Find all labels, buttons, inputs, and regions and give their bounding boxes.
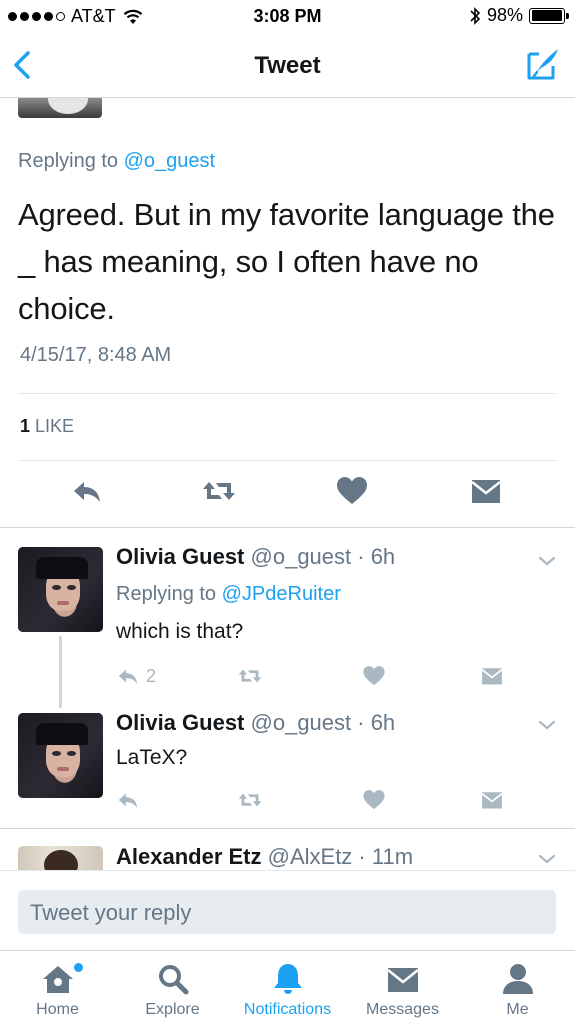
- reply-header: Olivia Guest @o_guest · 6h: [116, 710, 395, 736]
- author-name[interactable]: Alexander Etz: [116, 844, 262, 869]
- new-content-dot: [74, 963, 83, 972]
- tab-label: Explore: [145, 1001, 200, 1018]
- replying-handle-link[interactable]: @o_guest: [124, 150, 215, 172]
- reply-input[interactable]: Tweet your reply: [18, 890, 556, 934]
- tab-messages[interactable]: Messages: [345, 961, 460, 1019]
- tab-bar: Home Explore Notifications Messages Me: [0, 950, 575, 1024]
- home-icon: [42, 966, 73, 993]
- bell-icon: [273, 964, 302, 994]
- retweet-icon[interactable]: [238, 788, 262, 812]
- tab-label: Messages: [366, 1001, 439, 1018]
- reply-icon[interactable]: [70, 474, 104, 508]
- direct-message-icon[interactable]: [480, 664, 504, 688]
- tab-me[interactable]: Me: [460, 961, 575, 1019]
- retweet-icon[interactable]: [202, 474, 236, 508]
- section-divider: [0, 828, 575, 829]
- avatar[interactable]: [18, 846, 103, 870]
- tweet-text: Agreed. But in my favorite language the …: [18, 197, 555, 326]
- author-name[interactable]: Olivia Guest: [116, 544, 244, 569]
- replying-prefix: Replying to: [116, 583, 217, 605]
- envelope-icon: [386, 968, 419, 992]
- reply-action-bar: [116, 788, 516, 814]
- page-title: Tweet: [254, 52, 321, 79]
- avatar[interactable]: [18, 713, 103, 798]
- tab-label: Home: [36, 1001, 79, 1018]
- compose-tweet-icon[interactable]: [525, 46, 561, 82]
- like-heart-icon[interactable]: [362, 664, 386, 688]
- tab-notifications[interactable]: Notifications: [230, 961, 345, 1019]
- tweet-timestamp: 4/15/17, 8:48 AM: [20, 344, 172, 366]
- focused-tweet: Replying to @o_guest Agreed. But in my f…: [18, 150, 558, 366]
- battery-percent: 98%: [486, 5, 523, 25]
- avatar[interactable]: [18, 547, 103, 632]
- reply-text: LaTeX?: [116, 746, 188, 769]
- like-heart-icon[interactable]: [362, 788, 386, 812]
- direct-message-icon[interactable]: [469, 474, 503, 508]
- navigation-bar: Tweet: [0, 34, 575, 98]
- section-divider: [0, 527, 575, 528]
- replying-to-line: Replying to @JPdeRuiter: [116, 583, 341, 606]
- search-icon: [158, 965, 188, 995]
- replying-prefix: Replying to: [18, 150, 119, 172]
- author-avatar[interactable]: [18, 98, 102, 118]
- thread-connector: [59, 636, 62, 708]
- tab-explore[interactable]: Explore: [115, 961, 230, 1019]
- tab-label: Me: [506, 1001, 529, 1018]
- chevron-down-icon[interactable]: [537, 718, 557, 732]
- reply-count: 2: [146, 666, 157, 686]
- reply-text: which is that?: [116, 620, 244, 643]
- divider: [18, 393, 556, 394]
- replying-handle-link[interactable]: @JPdeRuiter: [222, 583, 341, 605]
- chevron-down-icon[interactable]: [537, 852, 557, 866]
- battery-icon: [529, 7, 569, 24]
- author-handle-time: @o_guest · 6h: [250, 544, 396, 569]
- divider: [18, 460, 556, 461]
- author-handle-time: @AlxEtz · 11m: [267, 844, 414, 869]
- reply-header: Alexander Etz @AlxEtz · 11m: [116, 844, 413, 870]
- reply-icon[interactable]: [116, 788, 140, 812]
- person-icon: [502, 964, 533, 994]
- reply-icon[interactable]: [116, 664, 140, 688]
- likes-label: LIKE: [35, 416, 75, 436]
- tab-home[interactable]: Home: [0, 961, 115, 1019]
- tweet-action-bar: [0, 474, 575, 514]
- replying-to-line: Replying to @o_guest: [18, 150, 558, 173]
- chevron-down-icon[interactable]: [537, 554, 557, 568]
- retweet-icon[interactable]: [238, 664, 262, 688]
- direct-message-icon[interactable]: [480, 788, 504, 812]
- reply-header: Olivia Guest @o_guest · 6h: [116, 544, 395, 570]
- reply-action-bar: 2: [116, 664, 516, 690]
- tab-label: Notifications: [243, 1001, 332, 1018]
- reply-composer: Tweet your reply: [0, 870, 575, 950]
- like-heart-icon[interactable]: [335, 474, 369, 508]
- bluetooth-icon: [470, 6, 481, 25]
- status-bar: AT&T 3:08 PM 98%: [0, 0, 575, 34]
- author-handle-time: @o_guest · 6h: [250, 710, 396, 735]
- likes-summary[interactable]: 1 LIKE: [20, 416, 74, 437]
- author-name[interactable]: Olivia Guest: [116, 710, 244, 735]
- likes-count: 1: [20, 416, 31, 436]
